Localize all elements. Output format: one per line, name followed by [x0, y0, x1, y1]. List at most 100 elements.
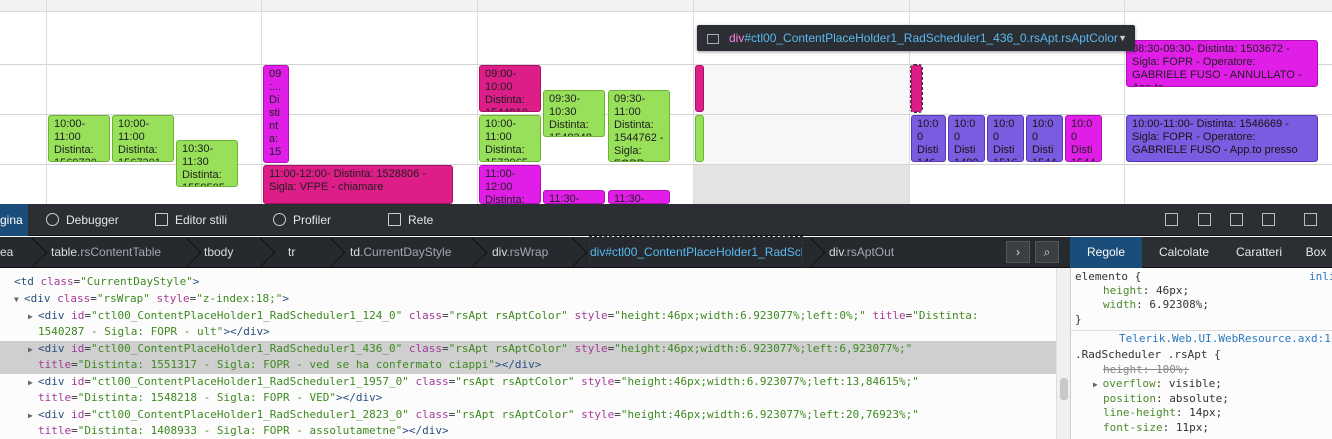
rule-declaration[interactable]: font-size: 11px;	[1103, 421, 1209, 436]
appointment[interactable]: 10:00 Disti 1516	[987, 115, 1024, 162]
tab-rules[interactable]: Regole	[1070, 237, 1142, 268]
column-divider	[693, 0, 694, 204]
markup-line[interactable]: <td class="CurrentDayStyle">	[0, 274, 1056, 291]
style-editor-icon	[155, 213, 168, 226]
breadcrumb-item[interactable]: table.rsContentTable	[51, 237, 161, 268]
breadcrumb-item[interactable]: td.CurrentDayStyle	[350, 237, 451, 268]
markup-line[interactable]: ▶ <div id="ctl00_ContentPlaceHolder1_RadS…	[0, 407, 1056, 424]
breadcrumb-item[interactable]: tbody	[204, 237, 233, 268]
current-day-shaded-cell	[693, 164, 909, 204]
tooltip-class: .rsApt.rsAptColor	[1026, 31, 1118, 45]
column-divider	[46, 0, 47, 204]
breadcrumb-separator	[800, 237, 814, 268]
debugger-icon	[46, 213, 59, 226]
3d-view-icon[interactable]	[1198, 213, 1211, 226]
breadcrumb-separator	[462, 237, 476, 268]
responsive-icon[interactable]	[1262, 213, 1275, 226]
appointment[interactable]: 11:00-12:00- Distinta: 1528806 - Sigla: …	[263, 165, 453, 204]
sidebar-tabs: Regole Calcolate Caratteri Box	[1070, 237, 1332, 268]
markup-line-cont[interactable]: title="Distinta: 1548218 - Sigla: FOPR -…	[0, 390, 1056, 407]
rule-declaration[interactable]: line-height: 14px;	[1103, 406, 1222, 421]
scratchpad-icon[interactable]	[1230, 213, 1243, 226]
markup-line-selected[interactable]: ▶ <div id="ctl00_ContentPlaceHolder1_RadS…	[0, 341, 1056, 358]
breadcrumb-next-button[interactable]: ›	[1006, 241, 1030, 263]
column-divider	[261, 0, 262, 204]
breadcrumb-separator	[320, 237, 334, 268]
appointment[interactable]: 10:00 Disti 1489	[948, 115, 985, 162]
breadcrumb-item[interactable]: tr	[288, 237, 295, 268]
appointment[interactable]: 10:00-11:00 Distinta: 1573965 -	[479, 115, 541, 162]
tab-profiler[interactable]: Profiler	[273, 204, 353, 236]
tab-network[interactable]: Rete	[388, 204, 448, 236]
appointment[interactable]: 11:00-12:00 Distinta: 1576335	[479, 165, 541, 204]
scheduler-view: 10:00-11:00 Distinta: 1569720 - 10:00-11…	[0, 0, 1332, 204]
scheduler-header-strip	[0, 0, 1332, 12]
breadcrumb-separator	[250, 237, 264, 268]
tab-inspector[interactable]: gina	[0, 204, 28, 236]
command-icon[interactable]	[1165, 213, 1178, 226]
breadcrumb-item[interactable]: ea	[0, 237, 13, 268]
appointment[interactable]: 11:30-12:30	[608, 190, 670, 204]
appointment[interactable]: 09:... Distinta: 15... - Sigla FOPR	[263, 65, 289, 163]
network-icon	[388, 213, 401, 226]
markup-line[interactable]: ▼ <div class="rsWrap" style="z-index:18;"…	[0, 291, 1056, 308]
tab-inspector-label: gina	[0, 213, 23, 227]
appointment[interactable]: 10:00 Disti 1544	[1065, 115, 1102, 162]
breadcrumb-item[interactable]: div.rsAptOut	[829, 237, 894, 268]
breadcrumb-separator	[176, 237, 190, 268]
devtools-window: 10:00-11:00 Distinta: 1569720 - 10:00-11…	[0, 0, 1332, 439]
search-icon[interactable]: ⌕	[1035, 241, 1059, 263]
markup-line[interactable]: ▶ <div id="ctl00_ContentPlaceHolder1_RadS…	[0, 308, 1056, 325]
tooltip-id: #ctl00_ContentPlaceHolder1_RadScheduler1…	[744, 31, 1027, 45]
dropdown-caret-icon: ▼	[1118, 33, 1127, 43]
markup-scrollbar[interactable]	[1056, 268, 1070, 439]
appointment[interactable]	[695, 65, 704, 112]
tab-computed[interactable]: Calcolate	[1144, 237, 1224, 268]
markup-line-selected-cont[interactable]: title="Distinta: 1551317 - Sigla: FOPR -…	[0, 357, 1056, 374]
appointment[interactable]: 08:30-09:30- Distinta: 1503672 - Sigla: …	[1126, 40, 1318, 87]
profiler-icon	[273, 213, 286, 226]
tab-debugger-label: Debugger	[66, 213, 119, 227]
appointment[interactable]: 09:30-10:30 Distinta: 1548348 -	[543, 90, 605, 137]
tab-debugger[interactable]: Debugger	[46, 204, 136, 236]
markup-line[interactable]: ▶ <div id="ctl00_ContentPlaceHolder1_RadS…	[0, 374, 1056, 391]
appointment[interactable]: 10:00-11:00 Distinta: 1567301 -	[112, 115, 174, 162]
rule-declaration[interactable]: width: 6.92308%;	[1103, 298, 1209, 313]
breadcrumb-item[interactable]: div.rsWrap	[492, 237, 548, 268]
collapse-arrow-icon[interactable]: ▼	[14, 292, 24, 309]
markup-line-cont[interactable]: 1540287 - Sigla: FOPR - ult"></div>	[0, 324, 1056, 341]
rule-source[interactable]: Telerik.Web.UI.WebResource.axd:1	[1119, 332, 1331, 347]
expand-arrow-icon[interactable]: ▶	[1093, 380, 1103, 389]
tab-style-editor-label: Editor stili	[175, 213, 228, 227]
rule-source[interactable]: inline	[1309, 270, 1332, 285]
breadcrumb-separator	[562, 237, 576, 268]
devtools-toolbar: gina Debugger Editor stili Profiler Rete	[0, 204, 1332, 236]
inspector-tooltip: div#ctl00_ContentPlaceHolder1_RadSchedul…	[697, 25, 1135, 51]
tab-profiler-label: Profiler	[293, 213, 332, 227]
tab-style-editor[interactable]: Editor stili	[155, 204, 255, 236]
appointment[interactable]: 10:00 Disti 1544	[1026, 115, 1063, 162]
tab-box[interactable]: Box	[1296, 237, 1332, 268]
rule-selector: elemento {	[1075, 270, 1142, 283]
appointment[interactable]: 10:00-11:00 Distinta: 1569720 -	[48, 115, 110, 162]
appointment[interactable]: 09:00-10:00 Distinta: 1544910 -	[479, 65, 541, 112]
scrollbar-thumb[interactable]	[1060, 378, 1068, 400]
appointment[interactable]: 11:30-12:30	[543, 190, 605, 204]
breadcrumb-item-selected[interactable]: div#ctl00_ContentPlaceHolder1_RadSch	[589, 236, 803, 269]
tab-network-label: Rete	[408, 213, 434, 227]
appointment[interactable]: 10:00 Disti 1463	[911, 115, 946, 162]
rule-declaration[interactable]: height: 46px;	[1103, 284, 1189, 299]
appointment[interactable]: 09:30-11:00 Distinta: 1544762 - Sigla: F…	[608, 90, 670, 162]
rule-declaration-overridden[interactable]: height: 100%;	[1103, 363, 1189, 378]
appointment[interactable]: 10:30-11:30 Distinta: 1559505 -	[176, 140, 238, 187]
dock-icon[interactable]	[1304, 213, 1317, 226]
rule-declaration[interactable]: ▶ overflow: visible;	[1093, 377, 1222, 392]
rule-declaration[interactable]: position: absolute;	[1103, 392, 1229, 407]
appointment[interactable]: 10:00-11:00- Distinta: 1546669 - Sigla: …	[1126, 115, 1318, 162]
selected-appointment[interactable]	[910, 64, 923, 113]
breadcrumb-separator	[22, 237, 36, 268]
tab-fonts[interactable]: Caratteri	[1224, 237, 1294, 268]
appointment[interactable]	[695, 115, 704, 162]
column-divider	[477, 0, 478, 204]
markup-line-cont[interactable]: title="Distinta: 1408933 - Sigla: FOPR -…	[0, 423, 1056, 439]
